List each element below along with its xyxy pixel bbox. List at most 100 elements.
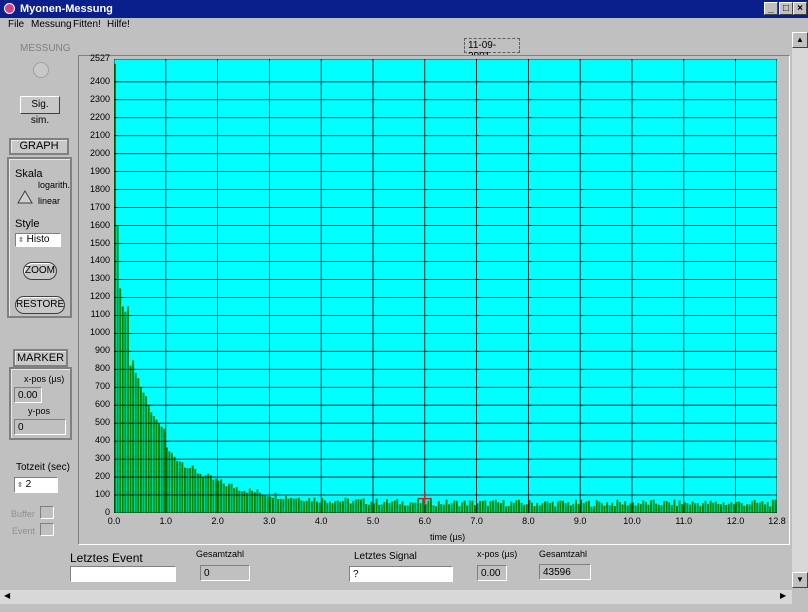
zoom-button[interactable]: ZOOM [23,262,57,280]
y-tick-label: 2000 [89,147,110,158]
histogram-plot[interactable] [114,59,777,513]
marker-panel: x-pos (µs) 0.00 y-pos 0 [9,367,72,440]
histogram-bar [341,501,344,513]
histogram-bar [582,503,585,513]
histogram-bar [277,498,280,513]
histogram-bar [378,504,381,513]
histogram-bar [714,501,717,513]
histogram-bar [383,501,386,513]
histogram-bar [411,502,414,513]
letztes-signal-label: Letztes Signal [354,551,417,562]
histogram-bar [279,498,282,513]
histogram-bar [132,360,135,513]
histogram-bar [253,492,256,513]
histogram-bar [479,500,482,513]
menu-hilfe[interactable]: Hilfe! [107,19,130,30]
style-select[interactable]: ⇳ Histo [15,233,61,247]
gesamtzahl-total-label: Gesamtzahl [539,549,588,559]
x-tick-label: 2.0 [211,516,224,526]
histogram-bar [305,500,308,513]
histogram-bar [663,500,666,513]
vertical-scrollbar[interactable]: ▲ ▼ [792,32,808,588]
histogram-bar [375,498,378,513]
histogram-bar [300,500,303,513]
histogram-bar [360,499,363,513]
menu-fitten[interactable]: Fitten! [73,19,101,30]
scroll-up-arrow-icon[interactable]: ▲ [792,32,808,48]
menu-messung[interactable]: Messung [31,19,72,30]
histogram-bar [574,499,577,513]
histogram-bar [212,479,215,513]
histogram-bar [665,500,668,513]
window-title: Myonen-Messung [20,3,113,15]
histogram-bar [525,504,528,513]
restore-button[interactable]: RESTORE [15,296,65,314]
skala-linear-label: linear [38,196,61,206]
close-button[interactable]: × [793,2,807,15]
histogram-bar [391,501,394,513]
histogram-bar [450,503,453,513]
gesamtzahl-total-field: 43596 [539,564,591,580]
horizontal-scrollbar[interactable]: ◀ ▶ [0,590,792,604]
histogram-bar [266,496,269,513]
histogram-bar [137,378,140,513]
histogram-bar [124,311,127,513]
x-tick-label: 9.0 [573,516,587,526]
scroll-right-arrow-icon[interactable]: ▶ [780,591,786,600]
menu-file[interactable]: File [8,19,24,30]
histogram-bar [538,505,541,513]
histogram-bar [748,504,751,513]
menu-bar: File Messung Fitten! Hilfe! [0,18,808,32]
totzeit-stepper-icon[interactable]: ⇳ [17,482,23,489]
x-tick-label: 7.0 [470,516,483,526]
histogram-bar [675,505,678,513]
histogram-bar [536,502,539,513]
histogram-bar [489,501,492,513]
histogram-bar [497,502,500,513]
x-tick-label: 12.8 [768,516,786,526]
y-tick-label: 1400 [89,255,110,266]
scroll-down-arrow-icon[interactable]: ▼ [792,572,808,588]
histogram-bar [196,473,199,513]
histogram-bar [352,500,355,513]
histogram-bar [655,503,658,513]
histogram-bar [318,502,321,513]
histogram-bar [347,498,350,513]
histogram-bar [624,500,627,513]
histogram-bar [183,467,186,513]
histogram-bar [769,506,772,513]
histogram-bar [629,503,632,513]
histogram-bar [380,504,383,513]
histogram-bar [600,503,603,513]
histogram-bar [644,502,647,513]
histogram-bar [287,498,290,513]
histogram-bar [442,504,445,513]
histogram-bar [316,501,318,513]
histogram-bar [334,501,337,513]
totzeit-input[interactable]: ⇳ 2 [14,477,58,493]
histogram-bar [129,365,132,513]
histogram-bar [222,483,225,513]
histogram-bar [326,502,329,513]
histogram-bar [176,460,179,513]
sig-sim-button[interactable]: Sig. sim. [20,96,60,126]
scroll-left-arrow-icon[interactable]: ◀ [4,591,10,600]
histogram-bar [158,423,161,513]
histogram-bar [619,502,622,513]
histogram-bar [466,505,469,513]
histogram-bar [753,499,756,513]
maximize-button[interactable]: □ [779,2,793,15]
histogram-bar [230,483,233,513]
messung-led-icon[interactable] [33,62,49,78]
histogram-bar [388,503,391,513]
histogram-bar [238,490,241,513]
histogram-bar [354,499,357,513]
histogram-bar [331,503,334,513]
histogram-bar [336,500,339,513]
histogram-bar [134,372,137,513]
histogram-bar [613,506,616,513]
minimize-button[interactable]: _ [764,2,778,15]
skala-toggle-icon[interactable] [17,189,33,205]
histogram-bar [152,415,155,513]
style-stepper-icon[interactable]: ⇳ [18,237,24,244]
